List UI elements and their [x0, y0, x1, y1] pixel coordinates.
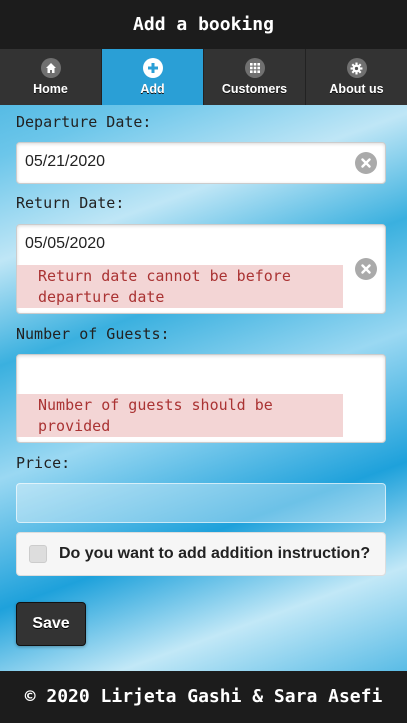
clear-return-button[interactable] [355, 258, 377, 280]
return-date-field[interactable]: 05/05/2020 Return date cannot be before … [16, 224, 386, 314]
instruction-checkbox-label: Do you want to add addition instruction? [59, 545, 371, 562]
gear-icon [346, 58, 367, 78]
instruction-checkbox-row[interactable]: Do you want to add addition instruction? [16, 532, 386, 576]
page-header: Add a booking [0, 0, 407, 49]
price-input[interactable] [16, 483, 386, 523]
nav-item-about[interactable]: About us [306, 49, 407, 105]
grid-icon [244, 58, 265, 78]
clear-departure-button[interactable] [355, 152, 377, 174]
page-title: Add a booking [133, 14, 274, 35]
guests-error: Number of guests should be provided [17, 394, 343, 437]
nav-label-add: Add [140, 82, 165, 96]
return-date-value: 05/05/2020 [25, 235, 106, 252]
return-date-label: Return Date: [16, 194, 125, 212]
nav-item-customers[interactable]: Customers [204, 49, 306, 105]
home-icon [40, 58, 61, 78]
copyright-text: © 2020 Lirjeta Gashi & Sara Asefi [24, 686, 383, 707]
departure-date-field[interactable]: 05/21/2020 [16, 142, 386, 184]
plus-icon [142, 58, 163, 78]
instruction-checkbox[interactable] [29, 545, 47, 563]
departure-date-value: 05/21/2020 [25, 153, 106, 170]
page-footer: © 2020 Lirjeta Gashi & Sara Asefi [0, 671, 407, 723]
price-label: Price: [16, 454, 71, 472]
nav-label-customers: Customers [221, 82, 288, 96]
close-icon [361, 158, 371, 168]
nav-label-home: Home [33, 82, 68, 96]
return-date-error: Return date cannot be before departure d… [17, 265, 343, 308]
save-button[interactable]: Save [16, 602, 86, 646]
departure-date-label: Departure Date: [16, 113, 152, 131]
nav-item-home[interactable]: Home [0, 49, 102, 105]
guests-field[interactable]: Number of guests should be provided [16, 354, 386, 443]
nav-bar: Home Add Customers About us [0, 49, 407, 105]
nav-item-add[interactable]: Add [102, 49, 204, 105]
guests-label: Number of Guests: [16, 325, 170, 343]
nav-label-about: About us [329, 82, 384, 96]
close-icon [361, 264, 371, 274]
